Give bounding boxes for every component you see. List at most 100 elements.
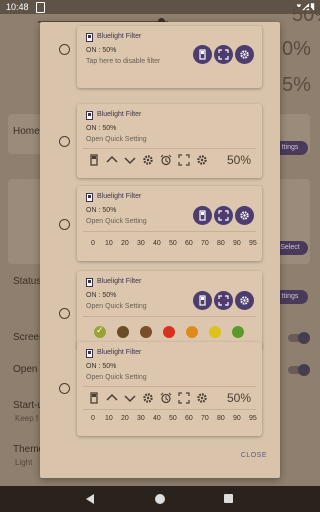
- app-icon: [86, 349, 93, 358]
- bg-percent: 5%: [282, 74, 311, 96]
- level-option: 10: [105, 240, 113, 247]
- radio-button[interactable]: [59, 44, 70, 55]
- recents-icon[interactable]: [224, 494, 233, 503]
- settings-button: [235, 291, 254, 310]
- percent-label: 50%: [226, 391, 251, 405]
- level-option: 30: [137, 240, 145, 247]
- level-option: 20: [121, 415, 129, 422]
- phone-icon: [199, 210, 206, 221]
- phone-icon: [88, 154, 100, 166]
- level-option: 80: [217, 415, 225, 422]
- radio-button[interactable]: [59, 136, 70, 147]
- level-option: 90: [233, 415, 241, 422]
- style-option-5[interactable]: Bluelight Filter ON : 50% Open Quick Set…: [40, 342, 280, 442]
- status-text: ON : 50%: [86, 363, 117, 370]
- fullscreen-icon: [218, 49, 229, 60]
- color-swatch-selected: ✓: [94, 325, 106, 338]
- phone-button: [193, 206, 212, 225]
- style-option-3[interactable]: Bluelight Filter ON : 50% Open Quick Set…: [40, 184, 280, 269]
- card-title: Bluelight Filter: [97, 278, 142, 285]
- subtitle-text: Tap here to disable filter: [86, 58, 161, 65]
- style-option-2[interactable]: Bluelight Filter ON : 50% Open Quick Set…: [40, 104, 280, 184]
- divider: [83, 148, 256, 149]
- level-option: 70: [201, 415, 209, 422]
- bg-percent: 0%: [282, 38, 311, 60]
- card-title: Bluelight Filter: [97, 349, 142, 356]
- phone-icon: [88, 392, 100, 404]
- bg-toggle: [288, 364, 310, 376]
- settings-button: [235, 206, 254, 225]
- radio-button[interactable]: [59, 219, 70, 230]
- level-option: 20: [121, 240, 129, 247]
- app-icon: [86, 193, 93, 202]
- status-text: ON : 50%: [86, 125, 117, 132]
- color-swatch: [117, 326, 129, 338]
- radio-button[interactable]: [59, 383, 70, 394]
- level-option: 40: [153, 240, 161, 247]
- back-icon[interactable]: [86, 494, 94, 504]
- fullscreen-button: [214, 206, 233, 225]
- divider: [83, 231, 256, 232]
- subtitle-text: Open Quick Setting: [86, 374, 147, 381]
- phone-icon: [199, 295, 206, 306]
- level-option: 30: [137, 415, 145, 422]
- level-option: 40: [153, 415, 161, 422]
- fullscreen-icon: [218, 295, 229, 306]
- opacity-levels-row: 0 10 20 30 40 50 60 70 80 90 95: [91, 240, 257, 250]
- status-time: 10:48: [6, 2, 29, 12]
- level-option: 60: [185, 415, 193, 422]
- level-option: 10: [105, 415, 113, 422]
- bg-label-status: Status: [13, 276, 42, 287]
- opacity-levels-row: 0 10 20 30 40 50 60 70 80 90 95: [91, 415, 257, 425]
- bg-percent: 50%: [292, 4, 320, 26]
- level-option: 0: [91, 240, 95, 247]
- level-option: 70: [201, 240, 209, 247]
- app-icon: [86, 278, 93, 287]
- navigation-bar: [0, 486, 320, 512]
- gear-icon: [196, 392, 208, 404]
- status-text: ON : 50%: [86, 207, 117, 214]
- bg-sub-startup: Keep f: [15, 414, 39, 423]
- fullscreen-icon: [178, 392, 190, 404]
- notification-preview-card: Bluelight Filter ON : 50% Open Quick Set…: [77, 271, 262, 349]
- app-icon: [86, 33, 93, 42]
- level-option: 60: [185, 240, 193, 247]
- app-icon: [86, 111, 93, 120]
- notification-preview-card: Bluelight Filter ON : 50% Open Quick Set…: [77, 342, 262, 436]
- fullscreen-button: [214, 45, 233, 64]
- level-option: 90: [233, 240, 241, 247]
- card-title: Bluelight Filter: [97, 33, 142, 40]
- card-title: Bluelight Filter: [97, 111, 142, 118]
- notification-preview-card: Bluelight Filter ON : 50% Tap here to di…: [77, 26, 262, 88]
- color-swatch: [232, 326, 244, 338]
- settings-button: [235, 45, 254, 64]
- subtitle-text: Open Quick Setting: [86, 218, 147, 225]
- divider: [83, 386, 256, 387]
- chevron-down-icon: [124, 392, 136, 404]
- alarm-icon: [160, 392, 172, 404]
- bg-label-home: Home: [13, 126, 40, 137]
- check-icon: ✓: [96, 325, 104, 335]
- style-option-1[interactable]: Bluelight Filter ON : 50% Tap here to di…: [40, 22, 280, 104]
- chevron-up-icon: [106, 154, 118, 166]
- quick-actions-row: 50%: [85, 153, 257, 168]
- radio-button[interactable]: [59, 308, 70, 319]
- status-bar: 10:48 ▾◢▮: [0, 0, 320, 14]
- status-text: ON : 50%: [86, 292, 117, 299]
- alarm-icon: [160, 154, 172, 166]
- phone-icon: [199, 49, 206, 60]
- level-option: 50: [169, 415, 177, 422]
- divider: [83, 409, 256, 410]
- notification-preview-card: Bluelight Filter ON : 50% Open Quick Set…: [77, 104, 262, 178]
- bg-label-startup: Start-u: [13, 400, 44, 411]
- close-button[interactable]: CLOSE: [241, 452, 267, 459]
- notification-style-dialog: Bluelight Filter ON : 50% Tap here to di…: [40, 22, 280, 478]
- home-icon[interactable]: [155, 494, 165, 504]
- color-swatch: [140, 326, 152, 338]
- gear-icon: [142, 154, 154, 166]
- subtitle-text: Open Quick Setting: [86, 136, 147, 143]
- gear-icon: [240, 211, 249, 220]
- gear-icon: [240, 50, 249, 59]
- phone-button: [193, 291, 212, 310]
- gear-icon: [196, 154, 208, 166]
